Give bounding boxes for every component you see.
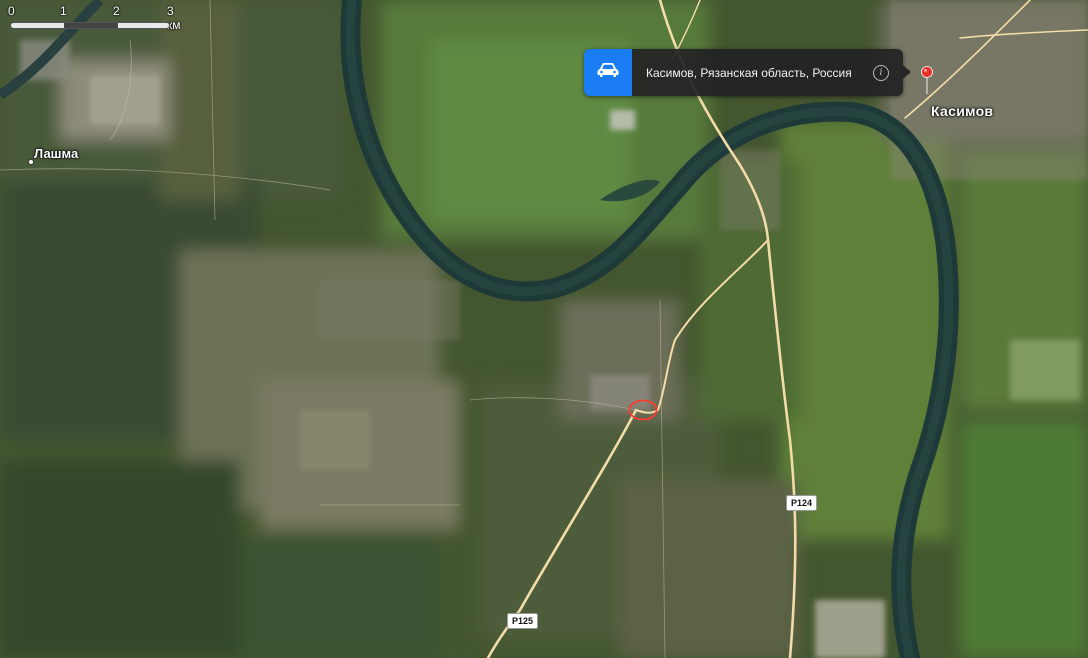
location-pin-icon[interactable] — [920, 65, 934, 95]
place-label-kasimov[interactable]: Касимов — [931, 103, 993, 119]
scale-label-0: 0 — [8, 4, 15, 18]
callout-pointer — [903, 65, 911, 79]
scale-label-2: 2 — [113, 4, 120, 18]
scale-segment — [64, 23, 118, 28]
scale-track — [10, 22, 170, 29]
location-callout[interactable]: Касимов, Рязанская область, Россия i — [584, 49, 903, 96]
satellite-map[interactable]: 0 1 2 3 км Лашма Касимов Касимов, Рязанс… — [0, 0, 1088, 658]
scale-label-1: 1 — [60, 4, 67, 18]
satellite-imagery — [0, 0, 1088, 658]
directions-button[interactable] — [584, 49, 632, 96]
info-icon[interactable]: i — [873, 64, 889, 81]
place-dot-lashma — [29, 160, 33, 164]
callout-title: Касимов, Рязанская область, Россия — [646, 65, 852, 80]
scale-bar: 0 1 2 3 км — [8, 2, 181, 34]
highlight-circle-marker — [628, 399, 658, 421]
car-icon — [596, 62, 620, 83]
road-shield-r124: Р124 — [786, 495, 818, 511]
road-shield-r125: Р125 — [507, 613, 539, 629]
place-label-lashma[interactable]: Лашма — [34, 146, 78, 161]
